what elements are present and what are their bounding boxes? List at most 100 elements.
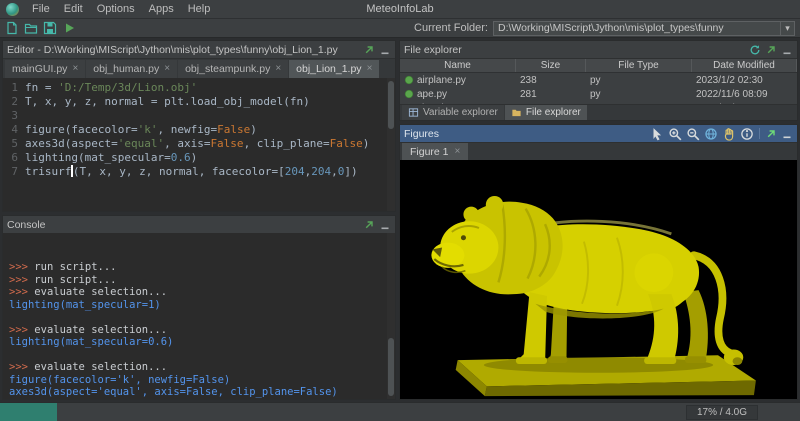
tab-label: File explorer [526, 107, 581, 118]
console-line: figure(facecolor='k', newfig=False) [9, 374, 389, 387]
py-file-icon [404, 89, 414, 99]
tab-variable-explorer[interactable]: Variable explorer [402, 105, 504, 120]
combobox-dropdown-icon[interactable]: ▾ [780, 22, 794, 35]
left-column: Editor - D:\Working\MIScript\Jython\mis\… [2, 40, 396, 400]
code-line[interactable]: 4figure(facecolor='k', newfig=False) [3, 123, 395, 137]
table-row[interactable]: ape.py281py2022/11/6 08:09 [400, 87, 797, 101]
toolbar-separator [759, 128, 760, 139]
float-panel-icon[interactable] [765, 44, 777, 56]
run-script-icon[interactable] [62, 21, 76, 35]
minimize-panel-icon[interactable] [379, 44, 391, 56]
close-icon[interactable]: × [275, 64, 281, 74]
editor-panel-header: Editor - D:\Working\MIScript\Jython\mis\… [3, 41, 395, 58]
table-row[interactable]: airplane.py238py2023/1/2 02:30 [400, 73, 797, 87]
editor-tab-obj_human-py[interactable]: obj_human.py× [86, 60, 177, 78]
zoom-out-icon[interactable] [686, 127, 700, 141]
new-script-icon[interactable] [5, 21, 19, 35]
console-scrollbar[interactable] [387, 233, 395, 399]
identify-icon[interactable] [740, 127, 754, 141]
menu-item-apps[interactable]: Apps [142, 0, 181, 18]
console-lines: >>> run script...>>> run script...>>> ev… [9, 261, 389, 399]
figure-tab[interactable]: Figure 1 × [402, 143, 468, 160]
float-panel-icon[interactable] [765, 128, 777, 140]
cell-size: 281 [516, 89, 586, 100]
column-header-name[interactable]: Name [400, 59, 516, 72]
file-table-header: NameSizeFile TypeDate Modified [400, 58, 797, 73]
console-line: lighting(mat_specular=0.6) [9, 336, 389, 349]
close-icon[interactable]: × [72, 64, 78, 74]
editor-tabs: mainGUI.py×obj_human.py×obj_steampunk.py… [3, 58, 395, 78]
cell-date: 2023/1/2 02:30 [692, 75, 797, 86]
editor-tab-obj_lion_1-py[interactable]: obj_Lion_1.py × [289, 60, 379, 78]
tab-file-explorer[interactable]: File explorer [505, 105, 587, 120]
menu-item-help[interactable]: Help [181, 0, 218, 18]
pan-hand-icon[interactable] [722, 127, 736, 141]
editor-scrollbar[interactable] [387, 78, 395, 211]
cell-date: 2022/11/6 08:09 [692, 89, 797, 100]
code-line[interactable]: 5axes3d(aspect='equal', axis=False, clip… [3, 137, 395, 151]
figure-canvas[interactable] [400, 160, 797, 399]
select-arrow-icon[interactable] [650, 127, 664, 141]
editor-tab-maingui-py[interactable]: mainGUI.py × [5, 60, 85, 78]
float-panel-icon[interactable] [363, 44, 375, 56]
close-icon[interactable]: × [367, 64, 373, 74]
minimize-panel-icon[interactable] [379, 219, 391, 231]
console-line: >>> run script... [9, 261, 389, 274]
console-output[interactable]: >>> run script...>>> run script...>>> ev… [3, 233, 395, 399]
code-line[interactable]: 1fn = 'D:/Temp/3d/Lion.obj' [3, 81, 395, 95]
code-editor[interactable]: 1fn = 'D:/Temp/3d/Lion.obj'2T, x, y, z, … [3, 78, 395, 211]
cell-size: 238 [516, 75, 586, 86]
menu-item-file[interactable]: File [25, 0, 57, 18]
console-line: lighting(mat_specular=0.6) [9, 399, 389, 400]
line-number: 6 [3, 151, 25, 165]
open-file-icon[interactable] [24, 21, 38, 35]
code-text: T, x, y, z, normal = plt.load_obj_model(… [25, 95, 310, 109]
current-folder-box: Current Folder: D:\Working\MIScript\Jyth… [414, 21, 795, 36]
figures-title: Figures [404, 128, 647, 140]
console-panel: Console >>> run script...>>> run script.… [2, 215, 396, 400]
console-title: Console [7, 219, 360, 231]
refresh-icon[interactable] [749, 44, 761, 56]
column-header-size[interactable]: Size [516, 59, 586, 72]
code-line[interactable]: 2T, x, y, z, normal = plt.load_obj_model… [3, 95, 395, 109]
toolbar-icons [5, 21, 76, 35]
rotate-globe-icon[interactable] [704, 127, 718, 141]
minimize-panel-icon[interactable] [781, 128, 793, 140]
minimize-panel-icon[interactable] [781, 44, 793, 56]
console-line: >>> evaluate selection... [9, 286, 389, 299]
menu-item-options[interactable]: Options [90, 0, 142, 18]
memory-usage-indicator[interactable]: 17% / 4.0G [686, 405, 758, 420]
line-number: 3 [3, 109, 25, 123]
current-folder-value: D:\Working\MIScript\Jython\mis\plot_type… [494, 22, 780, 34]
close-icon[interactable]: × [455, 147, 461, 157]
console-line: >>> evaluate selection... [9, 361, 389, 374]
float-panel-icon[interactable] [363, 219, 375, 231]
save-file-icon[interactable] [43, 21, 57, 35]
file-explorer-header: File explorer [400, 41, 797, 58]
code-line[interactable]: 6lighting(mat_specular=0.6) [3, 151, 395, 165]
tab-label: mainGUI.py [12, 63, 67, 75]
menu-item-edit[interactable]: Edit [57, 0, 90, 18]
editor-tab-obj_steampunk-py[interactable]: obj_steampunk.py × [178, 60, 288, 78]
tab-label: obj_Lion_1.py [296, 63, 361, 75]
zoom-in-icon[interactable] [668, 127, 682, 141]
code-line[interactable]: 7trisurf(T, x, y, z, normal, facecolor=[… [3, 165, 395, 179]
console-line: >>> evaluate selection... [9, 324, 389, 337]
column-header-file-type[interactable]: File Type [586, 59, 692, 72]
tab-label: obj_steampunk.py [185, 63, 270, 75]
cell-name: ape.py [400, 89, 516, 100]
console-line [9, 349, 389, 362]
console-line [9, 311, 389, 324]
code-line[interactable]: 3 [3, 109, 395, 123]
py-file-icon [404, 75, 414, 85]
column-header-date-modified[interactable]: Date Modified [692, 59, 797, 72]
right-column: File explorer NameSizeFile TypeDate Modi… [399, 40, 798, 400]
cell-type: py [586, 75, 692, 86]
current-folder-combobox[interactable]: D:\Working\MIScript\Jython\mis\plot_type… [493, 21, 795, 36]
folder-icon [511, 107, 522, 118]
line-number: 7 [3, 165, 25, 179]
figures-header-icons [765, 128, 793, 140]
close-icon[interactable]: × [164, 64, 170, 74]
meteoinfolab-window: FileEditOptionsAppsHelp MeteoInfoLab Cur… [0, 0, 800, 421]
code-text: fn = 'D:/Temp/3d/Lion.obj' [25, 81, 197, 95]
